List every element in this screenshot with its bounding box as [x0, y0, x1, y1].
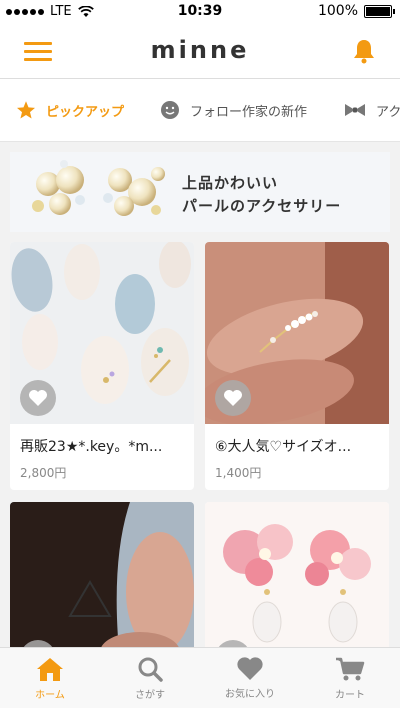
- nav-cart[interactable]: カート: [300, 648, 400, 708]
- nav-home[interactable]: ホーム: [0, 648, 100, 708]
- favorite-button[interactable]: [20, 380, 56, 416]
- tab-accessory[interactable]: アク: [344, 79, 400, 141]
- tab-label: ピックアップ: [46, 104, 125, 120]
- banner-line1: 上品かわいい: [182, 174, 279, 192]
- nav-search[interactable]: さがす: [100, 648, 200, 708]
- status-bar: LTE 10:39 100%: [0, 0, 400, 24]
- cart-icon: [336, 657, 365, 680]
- heart-icon: [29, 390, 47, 406]
- heart-icon: [237, 657, 263, 680]
- product-card[interactable]: ⑥大人気♡サイズオ... 1,400円: [205, 242, 389, 490]
- app-header: minne: [0, 24, 400, 79]
- home-icon: [37, 657, 63, 681]
- product-title: 再販23★*.key。*m...: [20, 439, 163, 455]
- tab-following[interactable]: フォロー作家の新作: [160, 79, 307, 141]
- smiley-icon: [161, 101, 179, 119]
- favorite-button[interactable]: [215, 380, 251, 416]
- nav-label: ホーム: [35, 689, 65, 701]
- nav-favorites[interactable]: お気に入り: [200, 648, 300, 708]
- battery-percent: 100%: [317, 3, 358, 19]
- tab-label: フォロー作家の新作: [190, 104, 308, 120]
- bell-icon[interactable]: [352, 38, 376, 64]
- tab-pickup[interactable]: ピックアップ: [16, 79, 124, 141]
- product-price: 2,800円: [20, 466, 67, 480]
- product-title: ⑥大人気♡サイズオ...: [215, 439, 352, 455]
- bow-icon: [345, 104, 365, 116]
- nav-label: さがす: [135, 689, 165, 701]
- product-price: 1,400円: [215, 466, 262, 480]
- nav-label: お気に入り: [225, 689, 275, 700]
- category-tabs: ピックアップ フォロー作家の新作 アク: [0, 79, 400, 142]
- star-icon: [17, 101, 35, 119]
- product-card[interactable]: 再販23★*.key。*m... 2,800円: [10, 242, 194, 490]
- banner-line2: パールのアクセサリー: [182, 197, 342, 215]
- tab-label: アク: [376, 104, 400, 120]
- bottom-nav: ホーム さがす お気に入り カート: [0, 647, 400, 708]
- app-logo: minne: [150, 36, 250, 64]
- search-icon: [138, 657, 163, 682]
- pearl-earring-image: [32, 160, 165, 216]
- heart-icon: [224, 390, 242, 406]
- product-card[interactable]: [205, 502, 389, 662]
- banner-headline: 上品かわいい パールのアクセサリー: [182, 172, 341, 218]
- nav-label: カート: [335, 689, 365, 701]
- battery-icon: [364, 4, 395, 18]
- product-card[interactable]: [10, 502, 194, 662]
- product-image: [205, 502, 389, 662]
- product-image: [10, 502, 194, 662]
- feature-banner[interactable]: 上品かわいい パールのアクセサリー: [10, 152, 390, 232]
